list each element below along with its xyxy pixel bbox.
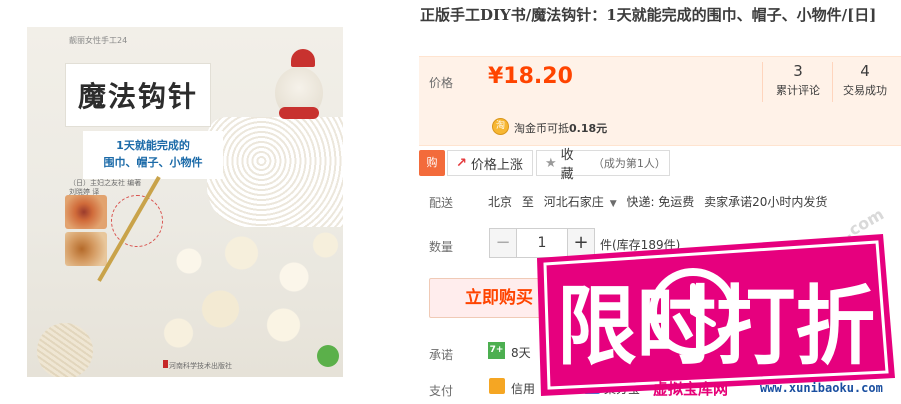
ship-promise: 卖家承诺20小时内发货 [704,195,828,209]
quantity-label: 数量 [429,240,454,254]
cover-series: 靓丽女性手工24 [69,36,128,45]
shopping-bag-icon[interactable]: 购 [419,150,445,176]
taojinbi-coin-icon: 淘 [492,118,509,135]
yarn-ball-illustration [37,323,93,377]
favorite-label: 收藏 [560,148,574,182]
site-name-cn: 虚拟宝库网 [653,380,729,398]
cover-badge-icon [317,345,339,367]
price-alert-button[interactable]: ↗ 价格上涨 [447,150,533,176]
promo-text: 限时打折 [557,277,875,377]
ship-to-word: 至 [521,195,534,209]
cover-dashed-callout [111,195,163,247]
cover-authors-line1: （日）主妇之友社 编著 [69,179,142,187]
ship-to-select[interactable]: 河北石家庄 [544,195,604,209]
seven-day-return-icon: 7+ [488,342,505,359]
ship-from: 北京 [488,195,513,209]
publisher-logo-icon [163,360,168,368]
deals-count: 4 [860,62,870,80]
price-value: ¥18.20 [488,64,573,89]
payment-label: 支付 [429,384,454,398]
red-scarf-illustration [279,107,319,119]
coin-discount: 淘金币可抵0.18元 [514,120,607,136]
promise-text[interactable]: 8天 [511,344,531,361]
promise-label: 承诺 [429,348,454,362]
coin-discount-amount: 0.18元 [569,122,608,135]
favorite-button[interactable]: ★ 收藏 （成为第1人） [536,148,670,182]
knit-fabric-illustration [207,117,343,227]
reviews-label: 累计评论 [776,84,820,97]
cover-subtitle: 1天就能完成的 围巾、帽子、小物件 [83,131,223,179]
cover-subtitle-line2: 围巾、帽子、小物件 [103,156,203,169]
coin-discount-prefix: 淘金币可抵 [514,122,569,135]
arrow-up-icon: ↗ [456,155,467,171]
price-alert-label: 价格上涨 [470,157,523,173]
cover-thumbnail-1 [65,195,107,229]
reviews-stat[interactable]: 3 累计评论 [763,62,833,98]
credit-card-icon [489,378,505,394]
cover-subtitle-line1: 1天就能完成的 [116,139,190,152]
chevron-down-icon[interactable]: ▼ [610,199,617,209]
shipping-info: 北京 至 河北石家庄 ▼ 快递: 免运费 卖家承诺20小时内发货 [488,193,833,210]
ship-method: 快递: 免运费 [626,195,695,209]
deals-stat[interactable]: 4 交易成功 [830,62,900,98]
cover-title: 魔法钩针 [65,63,211,127]
deals-label: 交易成功 [843,84,887,97]
product-title: 正版手工DIY书/魔法钩针：1天就能完成的围巾、帽子、小物件/[日] [420,6,877,24]
price-label: 价格 [429,76,454,90]
shipping-label: 配送 [429,196,454,210]
cover-publisher: 河南科学技术出版社 [169,362,232,370]
quantity-decrease-button[interactable]: − [489,228,517,258]
red-hat-illustration [291,49,315,67]
lace-doily-illustration [147,213,343,373]
site-url[interactable]: www.xunibaoku.com [760,381,883,395]
reviews-count: 3 [793,62,803,80]
product-image[interactable]: 靓丽女性手工24 魔法钩针 1天就能完成的 围巾、帽子、小物件 （日）主妇之友社… [27,27,343,377]
cover-thumbnail-2 [65,232,107,266]
star-icon: ★ [545,155,557,171]
favorite-note: （成为第1人） [592,157,666,170]
